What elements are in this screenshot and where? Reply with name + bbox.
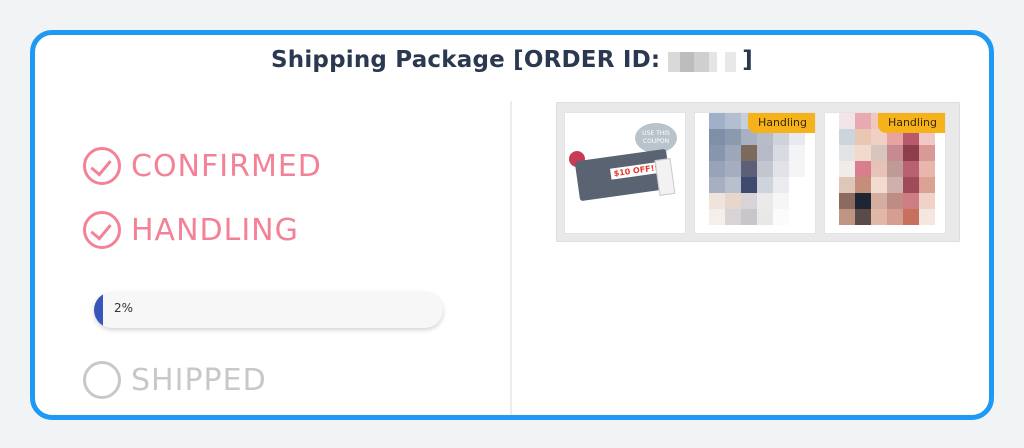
step-confirmed: CONFIRMED [83, 147, 322, 185]
item-status-badge: Handling [747, 113, 815, 133]
step-label: CONFIRMED [131, 148, 322, 184]
empty-circle-icon [83, 361, 121, 399]
modal-title: Shipping Package [ORDER ID:] [35, 47, 989, 73]
step-shipped: SHIPPED [83, 361, 267, 399]
step-label: HANDLING [131, 212, 299, 248]
column-divider [510, 101, 512, 415]
item-status-badge: Handling [877, 113, 945, 133]
package-items-gallery: USE THIS COUPON $10 OFF!! Handling Handl… [556, 102, 960, 242]
check-circle-icon [83, 147, 121, 185]
progress-fill [94, 292, 103, 328]
coupon-speech-bubble: USE THIS COUPON [635, 123, 677, 153]
check-circle-icon [83, 211, 121, 249]
item-thumbnail-product-2[interactable]: Handling [824, 112, 946, 234]
modal-title-suffix: ] [742, 47, 754, 73]
coupon-amount: $10 OFF!! [610, 161, 662, 180]
progress-label: 2% [114, 301, 134, 315]
step-handling: HANDLING [83, 211, 299, 249]
item-thumbnail-coupon[interactable]: USE THIS COUPON $10 OFF!! [564, 112, 686, 234]
item-thumbnail-product-1[interactable]: Handling [694, 112, 816, 234]
shipping-package-modal: Shipping Package [ORDER ID:] CONFIRMED H… [30, 30, 994, 420]
step-label: SHIPPED [131, 362, 267, 398]
redacted-order-id [668, 52, 737, 72]
handling-progress-bar: 2% [94, 292, 443, 328]
modal-title-prefix: Shipping Package [ORDER ID: [270, 47, 661, 73]
